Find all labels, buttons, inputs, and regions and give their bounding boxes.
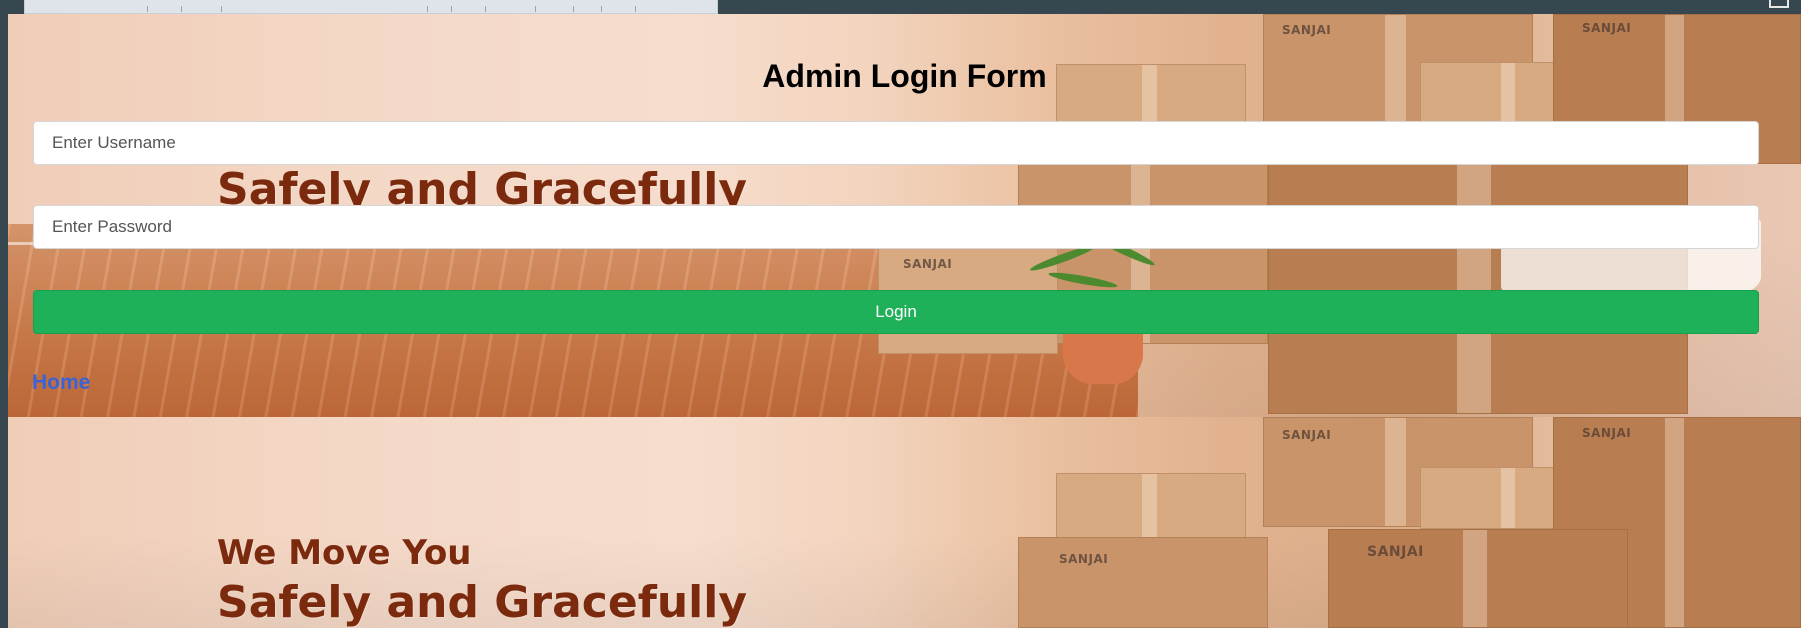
moving-box: SANJAI <box>1328 529 1628 628</box>
form-title: Admin Login Form <box>762 58 1047 94</box>
password-input[interactable] <box>33 205 1759 249</box>
username-input[interactable] <box>33 121 1759 165</box>
hero-headline-line2: Safely and Gracefully <box>217 577 748 628</box>
login-button[interactable]: Login <box>33 290 1759 334</box>
moving-box <box>1056 473 1246 543</box>
window-restore-icon[interactable] <box>1769 0 1789 8</box>
hero-background-top: Safely and Gracefully SANJAI SANJAI SANJ… <box>8 14 1801 417</box>
home-link[interactable]: Home <box>32 371 90 395</box>
browser-tab-strip <box>24 0 718 14</box>
hero-headline-line1: We Move You <box>217 533 472 573</box>
admin-login-form: Admin Login Form Login Home <box>8 14 1801 417</box>
hero-background-bottom: We Move You Safely and Gracefully SANJAI… <box>8 417 1801 628</box>
moving-box: SANJAI <box>1018 537 1268 628</box>
